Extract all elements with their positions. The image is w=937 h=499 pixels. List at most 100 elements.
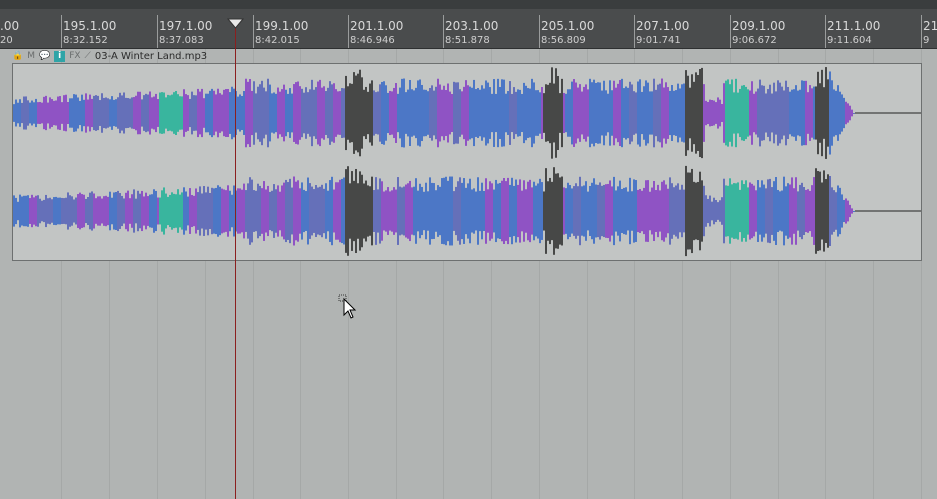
waveform-bar [221,94,223,132]
waveform-bar [823,87,825,139]
waveform-bar [671,183,673,239]
waveform-bar [681,84,683,142]
waveform-bar [713,197,715,225]
waveform-bar [845,101,847,125]
waveform-bar [607,183,609,239]
waveform-bar [663,87,665,139]
waveform-bar [101,198,103,224]
waveform-bar [17,201,19,221]
waveform-bar [735,78,737,148]
waveform-bar [335,182,337,240]
waveform-bar [711,201,713,221]
waveform-bar [821,69,823,157]
waveform-bar [169,194,171,228]
waveform-bar [589,78,591,148]
waveform-bar [751,183,753,239]
waveform-bar [85,93,87,133]
ruler-tick [539,15,540,48]
waveform-bar [699,69,701,157]
waveform-bar [439,84,441,142]
waveform-bar [93,95,95,131]
waveform-bar [21,196,23,226]
waveform-bar [825,67,827,159]
waveform-bar [405,184,407,238]
waveform-bar [231,194,233,228]
waveform-bar [641,190,643,232]
ruler-time: 9 [923,35,930,46]
waveform-bar [731,184,733,238]
waveform-bar [623,187,625,235]
waveform-bar [31,100,33,126]
waveform-bar [673,90,675,136]
waveform-bar [225,190,227,232]
waveform-bar [411,89,413,137]
waveform-bar [285,89,287,137]
waveform-bar [553,83,555,143]
waveform-bar [53,100,55,126]
waveform-bar [555,173,557,249]
envelope-icon[interactable]: ⟋ [85,50,91,62]
waveform-bar [103,97,105,129]
waveform-bar [557,75,559,151]
waveform-bar [265,189,267,233]
waveform-bar [849,105,851,121]
media-item[interactable] [12,63,922,261]
waveform-bar [509,81,511,145]
waveform-bar [245,78,247,148]
waveform-bar [131,194,133,228]
waveform-bar [211,187,213,235]
waveform-bar [43,199,45,223]
waveform-bar [249,79,251,147]
ruler-time: 9:01.741 [636,35,681,46]
waveform-bar [275,93,277,133]
waveform-bar [15,197,17,225]
edit-cursor-line[interactable] [235,19,236,499]
waveform-bar [823,170,825,252]
lock-icon[interactable]: 🔒 [12,50,23,62]
waveform-bar [415,178,417,244]
edit-cursor-marker-icon[interactable] [227,18,244,29]
waveform-bar [573,186,575,236]
waveform-bar [375,92,377,134]
waveform-bar [59,96,61,130]
waveform-bar [135,198,137,224]
waveform-bar [67,192,69,230]
waveform-bar [749,182,751,240]
waveform-bar [227,185,229,237]
waveform-bar [89,94,91,132]
waveform-bar [163,92,165,134]
waveform-bar [737,182,739,240]
waveform-bar [661,181,663,241]
waveform-bar [97,196,99,226]
waveform-bar [179,194,181,228]
waveform-bar [295,82,297,144]
waveform-bar [639,79,641,147]
waveform-bar [283,182,285,240]
ruler-label: 201.1.00 [350,19,404,33]
waveform-bar [173,92,175,134]
waveform-bar [377,189,379,233]
waveform-bar [105,97,107,129]
waveform-bar [187,95,189,131]
waveform-bar [37,195,39,227]
waveform-bar [531,78,533,148]
timeline-ruler[interactable]: .00 20 195.1.00 8:32.152 197.1.00 8:37.0… [0,9,937,49]
note-icon[interactable]: 💬 [39,50,50,62]
waveform-bar [459,177,461,245]
waveform-bar [167,94,169,132]
waveform-bar [729,178,731,244]
mute-icon[interactable]: M [27,50,35,62]
ruler-time: 8:56.809 [541,35,586,46]
waveform-bar [635,92,637,134]
info-icon[interactable]: i [54,50,66,62]
waveform-bar [809,85,811,141]
waveform-bar [811,185,813,237]
waveform-bar [691,168,693,254]
waveform-bar [781,86,783,140]
waveform-bar [565,188,567,234]
media-item-header[interactable]: 🔒 M 💬 i FX ⟋ 03-A Winter Land.mp3 [12,49,207,63]
waveform-bar [651,91,653,135]
waveform-bar [293,84,295,142]
waveform-bar [831,80,833,146]
fx-icon[interactable]: FX [69,50,80,62]
